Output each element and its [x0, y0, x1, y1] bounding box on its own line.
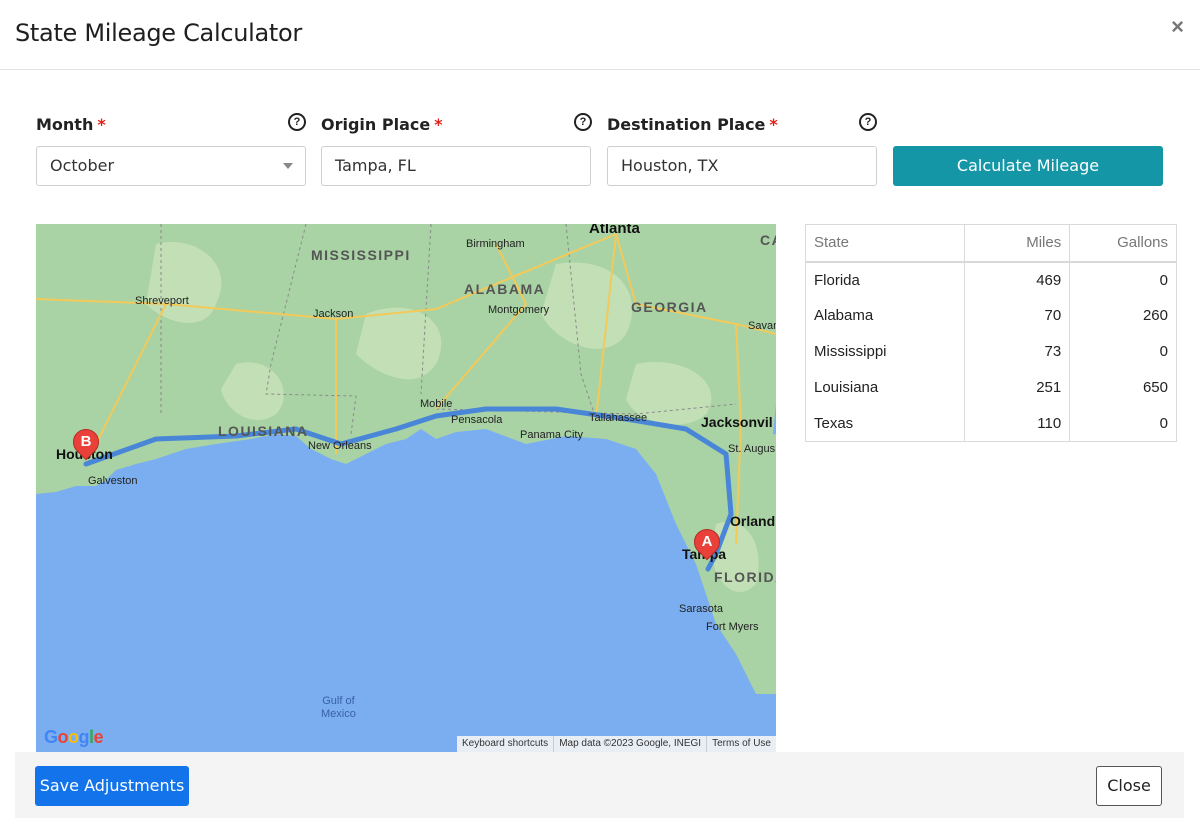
marker-a-label: A — [701, 533, 713, 550]
required-mark: * — [97, 115, 106, 134]
month-select-value: October — [50, 156, 115, 175]
city-label-tallahassee: Tallahassee — [589, 412, 648, 424]
required-mark: * — [769, 115, 778, 134]
city-label-jackson: Jackson — [313, 308, 354, 320]
save-adjustments-button[interactable]: Save Adjustments — [35, 766, 189, 806]
destination-label-text: Destination Place — [607, 115, 766, 134]
route-map[interactable]: MISSISSIPPI ALABAMA GEORGIA LOUISIANA FL… — [36, 224, 776, 752]
cell-gallons: 0 — [1069, 333, 1177, 370]
water-label-gulf: Gulf of Mexico — [321, 695, 356, 720]
column-header-miles: Miles — [963, 224, 1071, 263]
city-label-new-orleans: New Orleans — [308, 440, 372, 452]
keyboard-shortcuts-link[interactable]: Keyboard shortcuts — [457, 736, 553, 752]
state-label-ca: CA — [760, 232, 776, 248]
city-label-st-augustine: St. Augus — [728, 443, 776, 455]
table-header-row: State Miles Gallons — [805, 224, 1177, 263]
map-data-text: Map data ©2023 Google, INEGI — [553, 736, 706, 752]
month-select[interactable]: October — [36, 146, 306, 186]
state-label-mississippi: MISSISSIPPI — [311, 247, 411, 263]
table-row: Mississippi 73 0 — [805, 333, 1177, 370]
cell-state: Florida — [805, 261, 965, 298]
city-label-birmingham: Birmingham — [466, 238, 525, 250]
modal-title: State Mileage Calculator — [15, 19, 302, 47]
column-header-gallons: Gallons — [1069, 224, 1177, 263]
state-label-florida: FLORIDA — [714, 569, 776, 585]
mileage-table: State Miles Gallons Florida 469 0 Alabam… — [805, 224, 1177, 442]
cell-state: Texas — [805, 405, 965, 442]
month-label: Month * — [36, 115, 106, 134]
city-label-savannah: Savan — [748, 320, 776, 332]
origin-label: Origin Place * — [321, 115, 443, 134]
table-row: Florida 469 0 — [805, 261, 1177, 298]
google-logo[interactable]: Google — [44, 727, 104, 748]
calculate-mileage-button[interactable]: Calculate Mileage — [893, 146, 1163, 186]
city-label-shreveport: Shreveport — [135, 295, 189, 307]
cell-gallons: 260 — [1069, 297, 1177, 334]
terms-of-use-link[interactable]: Terms of Use — [706, 736, 776, 752]
origin-help-icon[interactable]: ? — [574, 113, 592, 131]
city-label-montgomery: Montgomery — [488, 304, 550, 316]
cell-state: Louisiana — [805, 369, 965, 406]
state-mileage-modal: State Mileage Calculator × Month * ? Octo… — [0, 0, 1200, 832]
origin-input[interactable]: Tampa, FL — [321, 146, 591, 186]
table-row: Alabama 70 260 — [805, 297, 1177, 334]
map-marker-a[interactable]: A — [688, 523, 726, 563]
cell-miles: 110 — [963, 405, 1071, 442]
close-button[interactable]: Close — [1096, 766, 1162, 806]
origin-label-text: Origin Place — [321, 115, 431, 134]
table-row: Louisiana 251 650 — [805, 369, 1177, 406]
map-attribution: Keyboard shortcuts Map data ©2023 Google… — [457, 736, 776, 752]
marker-b-label: B — [80, 433, 92, 450]
city-label-atlanta: Atlanta — [589, 224, 640, 237]
city-label-fort-myers: Fort Myers — [706, 621, 759, 633]
cell-miles: 469 — [963, 261, 1071, 298]
city-label-panama-city: Panama City — [520, 429, 583, 441]
table-row: Texas 110 0 — [805, 405, 1177, 442]
cell-state: Alabama — [805, 297, 965, 334]
cell-gallons: 650 — [1069, 369, 1177, 406]
cell-gallons: 0 — [1069, 405, 1177, 442]
required-mark: * — [434, 115, 443, 134]
modal-header: State Mileage Calculator × — [0, 0, 1200, 70]
city-label-jacksonville: Jacksonvil — [701, 414, 773, 430]
city-label-galveston: Galveston — [88, 475, 138, 487]
map-marker-b[interactable]: B — [67, 423, 105, 463]
month-help-icon[interactable]: ? — [288, 113, 306, 131]
chevron-down-icon — [283, 163, 293, 169]
destination-help-icon[interactable]: ? — [859, 113, 877, 131]
destination-label: Destination Place * — [607, 115, 778, 134]
destination-input[interactable]: Houston, TX — [607, 146, 877, 186]
state-label-alabama: ALABAMA — [464, 281, 546, 297]
cell-miles: 70 — [963, 297, 1071, 334]
state-label-louisiana: LOUISIANA — [218, 423, 309, 439]
city-label-orlando: Orland — [730, 513, 776, 529]
cell-miles: 73 — [963, 333, 1071, 370]
city-label-pensacola: Pensacola — [451, 414, 503, 426]
modal-footer: Save Adjustments Close — [15, 752, 1184, 818]
state-label-georgia: GEORGIA — [631, 299, 708, 315]
city-label-mobile: Mobile — [420, 398, 453, 410]
column-header-state: State — [805, 224, 965, 263]
cell-miles: 251 — [963, 369, 1071, 406]
cell-gallons: 0 — [1069, 261, 1177, 298]
month-label-text: Month — [36, 115, 94, 134]
close-icon[interactable]: × — [1171, 16, 1184, 38]
city-label-sarasota: Sarasota — [679, 603, 724, 615]
cell-state: Mississippi — [805, 333, 965, 370]
